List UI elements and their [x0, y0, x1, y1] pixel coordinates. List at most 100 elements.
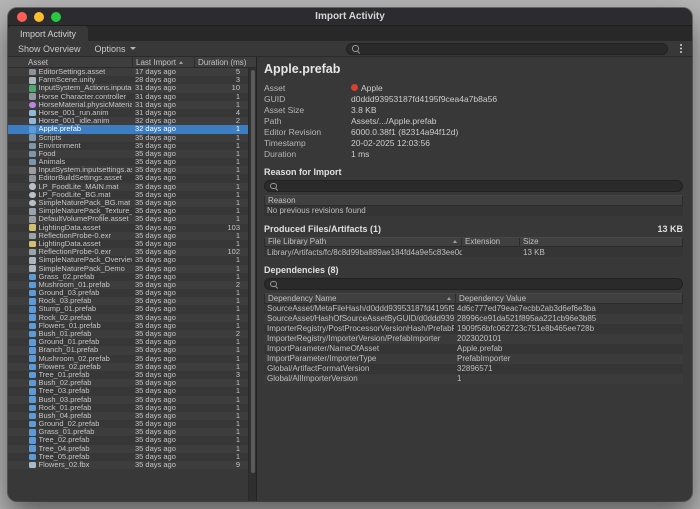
asset-row[interactable]: Food 35 days ago 1: [8, 150, 248, 158]
asset-last-import: 35 days ago: [132, 297, 194, 305]
dependency-row[interactable]: SourceAsset/HashOfSourceAssetByGUID/d0dd…: [264, 314, 683, 324]
asset-row[interactable]: Branch_01.prefab 35 days ago 1: [8, 346, 248, 354]
asset-cell: Grass_01.prefab: [8, 428, 132, 436]
asset-cell: Apple.prefab: [8, 125, 132, 133]
asset-row[interactable]: Horse Character.controller 31 days ago 1: [8, 93, 248, 101]
asset-row[interactable]: LightingData.asset 35 days ago 103: [8, 224, 248, 232]
toolbar-search[interactable]: [346, 43, 668, 55]
kebab-menu-icon[interactable]: [676, 43, 686, 54]
dependency-row[interactable]: ImportParameter/NameOfAsset Apple.prefab: [264, 344, 683, 354]
asset-row[interactable]: SimpleNaturePack_Overview 35 days ago 1: [8, 256, 248, 264]
reason-row[interactable]: No previous revisions found: [264, 206, 683, 216]
minimize-window-button[interactable]: [34, 12, 44, 22]
column-header-dependency-value[interactable]: Dependency Value: [455, 294, 682, 303]
asset-cell: InputSystem.inputsettings.asse: [8, 166, 132, 174]
dependency-row[interactable]: SourceAsset/MetaFileHash/d0ddd93953187fd…: [264, 304, 683, 314]
asset-name: Food: [39, 150, 56, 158]
column-header-dependency-name[interactable]: Dependency Name: [265, 294, 455, 303]
dependency-row[interactable]: ImporterRegistry/PostProcessorVersionHas…: [264, 324, 683, 334]
asset-row[interactable]: Horse_001_run.anim 31 days ago 4: [8, 109, 248, 117]
asset-row[interactable]: Animals 35 days ago 1: [8, 158, 248, 166]
column-header-file-library-path[interactable]: File Library Path: [265, 238, 461, 247]
asset-row[interactable]: SimpleNaturePack_Texture_01.n 35 days ag…: [8, 207, 248, 215]
asset-row[interactable]: Tree_01.prefab 35 days ago 3: [8, 371, 248, 379]
asset-row[interactable]: Environment 35 days ago 1: [8, 142, 248, 150]
column-header-reason[interactable]: Reason: [265, 196, 682, 205]
dependency-row[interactable]: Global/AllImporterVersion 1: [264, 374, 683, 384]
close-window-button[interactable]: [17, 12, 27, 22]
asset-row[interactable]: Ground_02.prefab 35 days ago 1: [8, 420, 248, 428]
asset-row[interactable]: HorseMaterial.physicMaterial 31 days ago…: [8, 101, 248, 109]
asset-row[interactable]: Bush_02.prefab 35 days ago 1: [8, 379, 248, 387]
asset-row[interactable]: Mushroom_01.prefab 35 days ago 2: [8, 281, 248, 289]
artifact-row[interactable]: Library/Artifacts/fc/8c8d99ba889ae184fd4…: [264, 247, 683, 257]
asset-row[interactable]: Flowers_02.prefab 35 days ago 1: [8, 363, 248, 371]
options-label: Options: [95, 44, 126, 54]
scrollbar-thumb[interactable]: [251, 70, 255, 473]
asset-row[interactable]: DefaultVolumeProfile.asset 35 days ago 1: [8, 215, 248, 223]
asset-row[interactable]: Tree_05.prefab 35 days ago 1: [8, 453, 248, 461]
column-header-duration[interactable]: Duration (ms): [194, 57, 256, 67]
asset-row[interactable]: Bush_04.prefab 35 days ago 1: [8, 412, 248, 420]
dependencies-search-input[interactable]: [282, 280, 677, 289]
asset-cell: Animals: [8, 158, 132, 166]
dependency-row[interactable]: ImporterRegistry/ImporterVersion/PrefabI…: [264, 334, 683, 344]
asset-cell: Horse_001_idle.anim: [8, 117, 132, 125]
asset-row[interactable]: Stump_01.prefab 35 days ago 1: [8, 305, 248, 313]
dependency-row[interactable]: Global/ArtifactFormatVersion 32896571: [264, 364, 683, 374]
tab-import-activity[interactable]: Import Activity: [8, 26, 88, 41]
asset-row[interactable]: Flowers_02.fbx 35 days ago 9: [8, 461, 248, 469]
asset-row[interactable]: InputSystem_Actions.inputactio 31 days a…: [8, 84, 248, 92]
asset-row[interactable]: Bush_03.prefab 35 days ago 1: [8, 396, 248, 404]
column-header-extension[interactable]: Extension: [461, 238, 519, 247]
asset-row[interactable]: ReflectionProbe-0.exr 35 days ago 102: [8, 248, 248, 256]
asset-row[interactable]: Flowers_01.prefab 35 days ago 1: [8, 322, 248, 330]
asset-row[interactable]: InputSystem.inputsettings.asse 35 days a…: [8, 166, 248, 174]
column-header-size[interactable]: Size: [519, 238, 682, 247]
asset-row[interactable]: Mushroom_02.prefab 35 days ago 1: [8, 355, 248, 363]
asset-row[interactable]: ReflectionProbe-0.exr 35 days ago 1: [8, 232, 248, 240]
scene-icon: [29, 257, 36, 264]
asset-row[interactable]: Grass_02.prefab 35 days ago 1: [8, 273, 248, 281]
asset-row[interactable]: FarmScene.unity 28 days ago 3: [8, 76, 248, 84]
asset-last-import: 35 days ago: [132, 412, 194, 420]
asset-row[interactable]: Rock_01.prefab 35 days ago 1: [8, 404, 248, 412]
asset-row[interactable]: Horse_001_idle.anim 32 days ago 2: [8, 117, 248, 125]
dependency-row[interactable]: ImportParameter/ImporterType PrefabImpor…: [264, 354, 683, 364]
asset-row[interactable]: SimpleNaturePack_BG.mat 35 days ago 1: [8, 199, 248, 207]
asset-name: Mushroom_01.prefab: [39, 281, 110, 289]
asset-row[interactable]: Grass_01.prefab 35 days ago 1: [8, 428, 248, 436]
asset-row[interactable]: EditorSettings.asset 17 days ago 5: [8, 68, 248, 76]
asset-row[interactable]: Scripts 35 days ago 1: [8, 134, 248, 142]
asset-row[interactable]: Ground_03.prefab 35 days ago 1: [8, 289, 248, 297]
asset-row[interactable]: Apple.prefab 32 days ago 1: [8, 125, 248, 133]
dependency-name: Global/ArtifactFormatVersion: [264, 364, 454, 374]
toolbar-search-input[interactable]: [364, 44, 662, 53]
asset-row[interactable]: Rock_03.prefab 35 days ago 1: [8, 297, 248, 305]
column-header-asset[interactable]: Asset: [8, 57, 132, 67]
asset-row[interactable]: LP_FoodLite_BG.mat 35 days ago 1: [8, 191, 248, 199]
asset-row[interactable]: Tree_04.prefab 35 days ago 1: [8, 445, 248, 453]
dependencies-search[interactable]: [264, 278, 683, 290]
zoom-window-button[interactable]: [51, 12, 61, 22]
asset-row[interactable]: LightingData.asset 35 days ago 1: [8, 240, 248, 248]
asset-row[interactable]: Rock_02.prefab 35 days ago 1: [8, 314, 248, 322]
asset-list-scrollbar[interactable]: [248, 68, 256, 501]
reason-search[interactable]: [264, 180, 683, 192]
reason-search-input[interactable]: [282, 182, 677, 191]
asset-row[interactable]: Bush_01.prefab 35 days ago 2: [8, 330, 248, 338]
column-header-size-label: Size: [523, 238, 539, 247]
desktop: { "window": { "title": "Import Activity"…: [0, 0, 700, 509]
asset-row[interactable]: LP_FoodLite_MAIN.mat 35 days ago 1: [8, 183, 248, 191]
show-overview-button[interactable]: Show Overview: [12, 41, 87, 56]
column-header-last-import[interactable]: Last Import: [132, 57, 194, 67]
asset-last-import: 35 days ago: [132, 150, 194, 158]
asset-row[interactable]: Tree_02.prefab 35 days ago 1: [8, 436, 248, 444]
options-dropdown[interactable]: Options: [89, 41, 142, 56]
asset-row[interactable]: Tree_03.prefab 35 days ago 1: [8, 387, 248, 395]
asset-row[interactable]: Ground_01.prefab 35 days ago 1: [8, 338, 248, 346]
asset-row[interactable]: SimpleNaturePack_Demo 35 days ago 1: [8, 265, 248, 273]
field-value: 3.8 KB: [351, 105, 377, 115]
asset-last-import: 35 days ago: [132, 445, 194, 453]
asset-row[interactable]: EditorBuildSettings.asset 35 days ago 1: [8, 174, 248, 182]
